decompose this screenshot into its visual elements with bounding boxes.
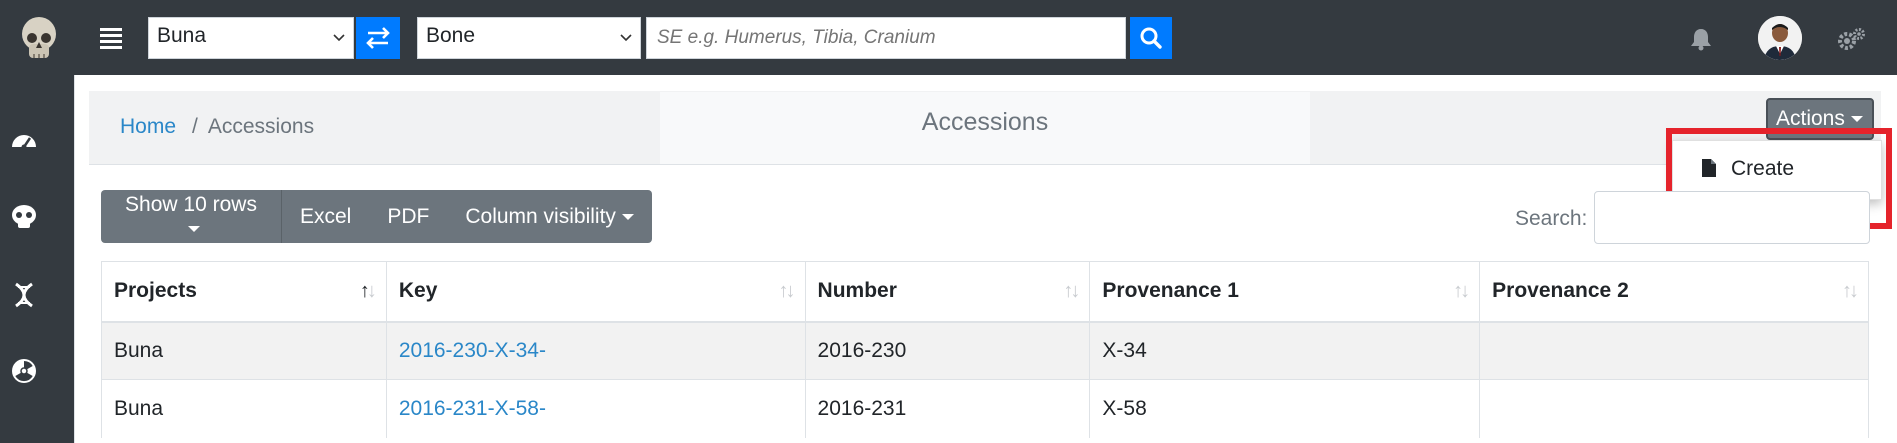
table-row: Buna 2016-231-X-58- 2016-231 X-58: [101, 379, 1869, 438]
sort-icon: ↑↓: [778, 280, 796, 302]
excel-export-button[interactable]: Excel: [282, 190, 370, 243]
column-visibility-label: Column visibility: [465, 204, 616, 228]
column-header-key[interactable]: Key ↑↓: [385, 261, 806, 323]
caret-down-icon: [188, 225, 200, 232]
top-navbar: Buna Bone: [0, 0, 1897, 75]
user-photo-icon: [1758, 16, 1802, 60]
show-rows-label: Show 10 rows: [125, 192, 257, 216]
sort-icon: ↑↓: [1842, 280, 1859, 302]
project-select[interactable]: Buna: [148, 17, 354, 59]
table-row: Buna 2016-230-X-34- 2016-230 X-34: [101, 321, 1869, 380]
column-header-provenance-2[interactable]: Provenance 2 ↑↓: [1479, 261, 1869, 323]
menu-toggle-icon[interactable]: [100, 28, 122, 49]
table-toolbar: Show 10 rows Excel PDF Column visibility: [101, 190, 652, 243]
cell-key-link[interactable]: 2016-230-X-34-: [385, 321, 806, 380]
swap-button[interactable]: [356, 17, 400, 59]
table-search-label: Search:: [1515, 207, 1588, 230]
project-select-value: Buna: [157, 24, 207, 47]
chevron-down-icon: [333, 34, 345, 42]
type-select-value: Bone: [426, 24, 476, 47]
table-search-input[interactable]: [1594, 191, 1870, 244]
chevron-down-icon: [620, 34, 632, 42]
page-title: Accessions: [660, 92, 1310, 164]
cell-project: Buna: [101, 321, 387, 380]
global-search-input[interactable]: [646, 17, 1126, 59]
cell-provenance-2: [1479, 379, 1869, 438]
skull-icon[interactable]: [10, 203, 38, 231]
radiation-icon[interactable]: [10, 357, 38, 385]
dna-icon[interactable]: [10, 281, 38, 309]
pdf-export-button[interactable]: PDF: [369, 190, 448, 243]
breadcrumb-current: Accessions: [207, 115, 315, 138]
column-header-label: Provenance 2: [1492, 279, 1629, 303]
table-header-row: Projects ↑↓ Key ↑↓ Number ↑↓ Provenance 1 ↑↓…: [101, 261, 1869, 323]
skull-logo-icon[interactable]: [14, 14, 64, 64]
column-header-label: Provenance 1: [1102, 279, 1239, 303]
column-header-projects[interactable]: Projects ↑↓: [101, 261, 387, 323]
column-header-label: Projects: [114, 279, 197, 303]
column-header-provenance-1[interactable]: Provenance 1 ↑↓: [1089, 261, 1481, 323]
user-avatar[interactable]: [1758, 16, 1802, 60]
caret-down-icon: [621, 213, 634, 220]
cell-provenance-1: X-34: [1089, 321, 1481, 380]
search-button[interactable]: [1130, 17, 1172, 59]
cell-number: 2016-230: [804, 321, 1091, 380]
show-rows-button[interactable]: Show 10 rows: [101, 190, 282, 243]
column-visibility-button[interactable]: Column visibility: [447, 190, 652, 243]
cell-provenance-1: X-58: [1089, 379, 1481, 438]
bell-icon[interactable]: [1690, 27, 1712, 51]
column-header-number[interactable]: Number ↑↓: [804, 261, 1091, 323]
actions-label: Actions: [1776, 107, 1845, 130]
type-select[interactable]: Bone: [417, 17, 641, 59]
cell-key-link[interactable]: 2016-231-X-58-: [385, 379, 806, 438]
settings-gears-icon[interactable]: [1836, 26, 1866, 52]
breadcrumb-separator: /: [192, 115, 198, 138]
search-icon: [1140, 27, 1162, 49]
accessions-table: Projects ↑↓ Key ↑↓ Number ↑↓ Provenance 1 ↑↓…: [101, 261, 1869, 438]
cell-project: Buna: [101, 379, 387, 438]
column-header-label: Key: [398, 279, 438, 303]
caret-down-icon: [1850, 116, 1863, 123]
cell-number: 2016-231: [804, 379, 1091, 438]
column-header-label: Number: [817, 279, 897, 303]
sort-icon: ↑↓: [1453, 280, 1470, 302]
breadcrumb: Home / Accessions: [120, 115, 314, 139]
sidebar: [0, 75, 74, 443]
sort-icon: ↑↓: [1063, 280, 1080, 302]
dashboard-gauge-icon[interactable]: [10, 127, 38, 155]
cell-provenance-2: [1479, 321, 1869, 380]
swap-arrows-icon: [366, 27, 390, 49]
sort-icon: ↑↓: [359, 280, 377, 302]
breadcrumb-home-link[interactable]: Home: [120, 115, 176, 138]
